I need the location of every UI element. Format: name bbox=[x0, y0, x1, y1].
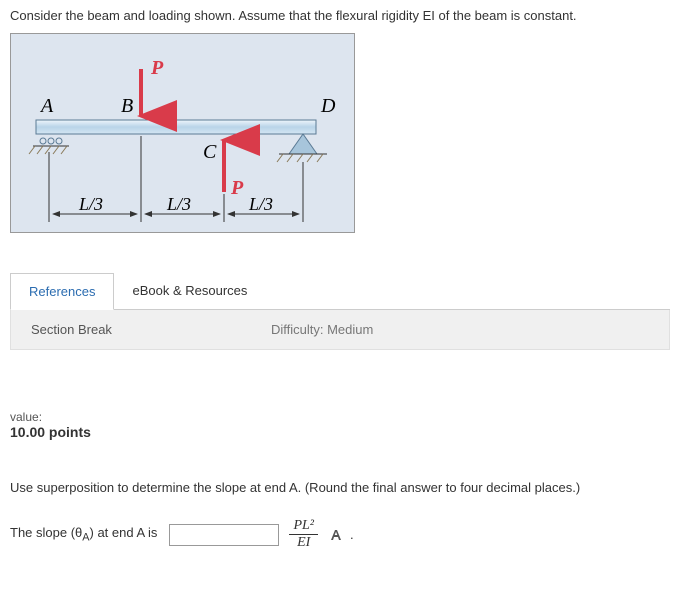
section-break-row: Section Break Difficulty: Medium bbox=[10, 310, 670, 350]
tab-ebook[interactable]: eBook & Resources bbox=[114, 273, 265, 309]
value-label: value: bbox=[10, 410, 670, 424]
beam-diagram: A B C D P P L/3 L/3 L/3 bbox=[10, 33, 355, 233]
unit-denominator: EI bbox=[297, 535, 310, 550]
dim-3: L/3 bbox=[248, 194, 273, 214]
prompt-sub: A bbox=[82, 532, 89, 544]
label-p-top: P bbox=[150, 57, 164, 79]
question-block: Use superposition to determine the slope… bbox=[10, 480, 670, 550]
support-pin-d bbox=[277, 134, 327, 162]
slope-input[interactable] bbox=[169, 524, 279, 546]
answer-prompt: The slope (θA) at end A is bbox=[10, 525, 157, 544]
prompt-before: The slope (θ bbox=[10, 525, 82, 540]
prompt-after: ) at end A is bbox=[90, 525, 158, 540]
section-break-label: Section Break bbox=[31, 322, 271, 337]
question-text: Use superposition to determine the slope… bbox=[10, 480, 670, 495]
label-p-bottom: P bbox=[230, 177, 244, 199]
problem-statement: Consider the beam and loading shown. Ass… bbox=[10, 8, 670, 23]
dim-1: L/3 bbox=[78, 194, 103, 214]
label-a: A bbox=[39, 95, 54, 117]
unit-numerator: PL² bbox=[289, 519, 318, 535]
answer-row: The slope (θA) at end A is PL² EI . bbox=[10, 519, 670, 550]
answer-period: . bbox=[350, 527, 354, 542]
difficulty-label: Difficulty: Medium bbox=[271, 322, 373, 337]
tabs: References eBook & Resources bbox=[10, 273, 670, 310]
support-roller-a bbox=[29, 138, 69, 154]
format-icon[interactable] bbox=[328, 527, 344, 543]
unit-fraction: PL² EI bbox=[289, 519, 318, 550]
value-block: value: 10.00 points bbox=[10, 410, 670, 440]
tab-references[interactable]: References bbox=[10, 273, 114, 310]
label-b: B bbox=[121, 95, 133, 117]
value-points: 10.00 points bbox=[10, 424, 670, 440]
label-c: C bbox=[203, 141, 217, 163]
label-d: D bbox=[320, 95, 336, 117]
dim-2: L/3 bbox=[166, 194, 191, 214]
